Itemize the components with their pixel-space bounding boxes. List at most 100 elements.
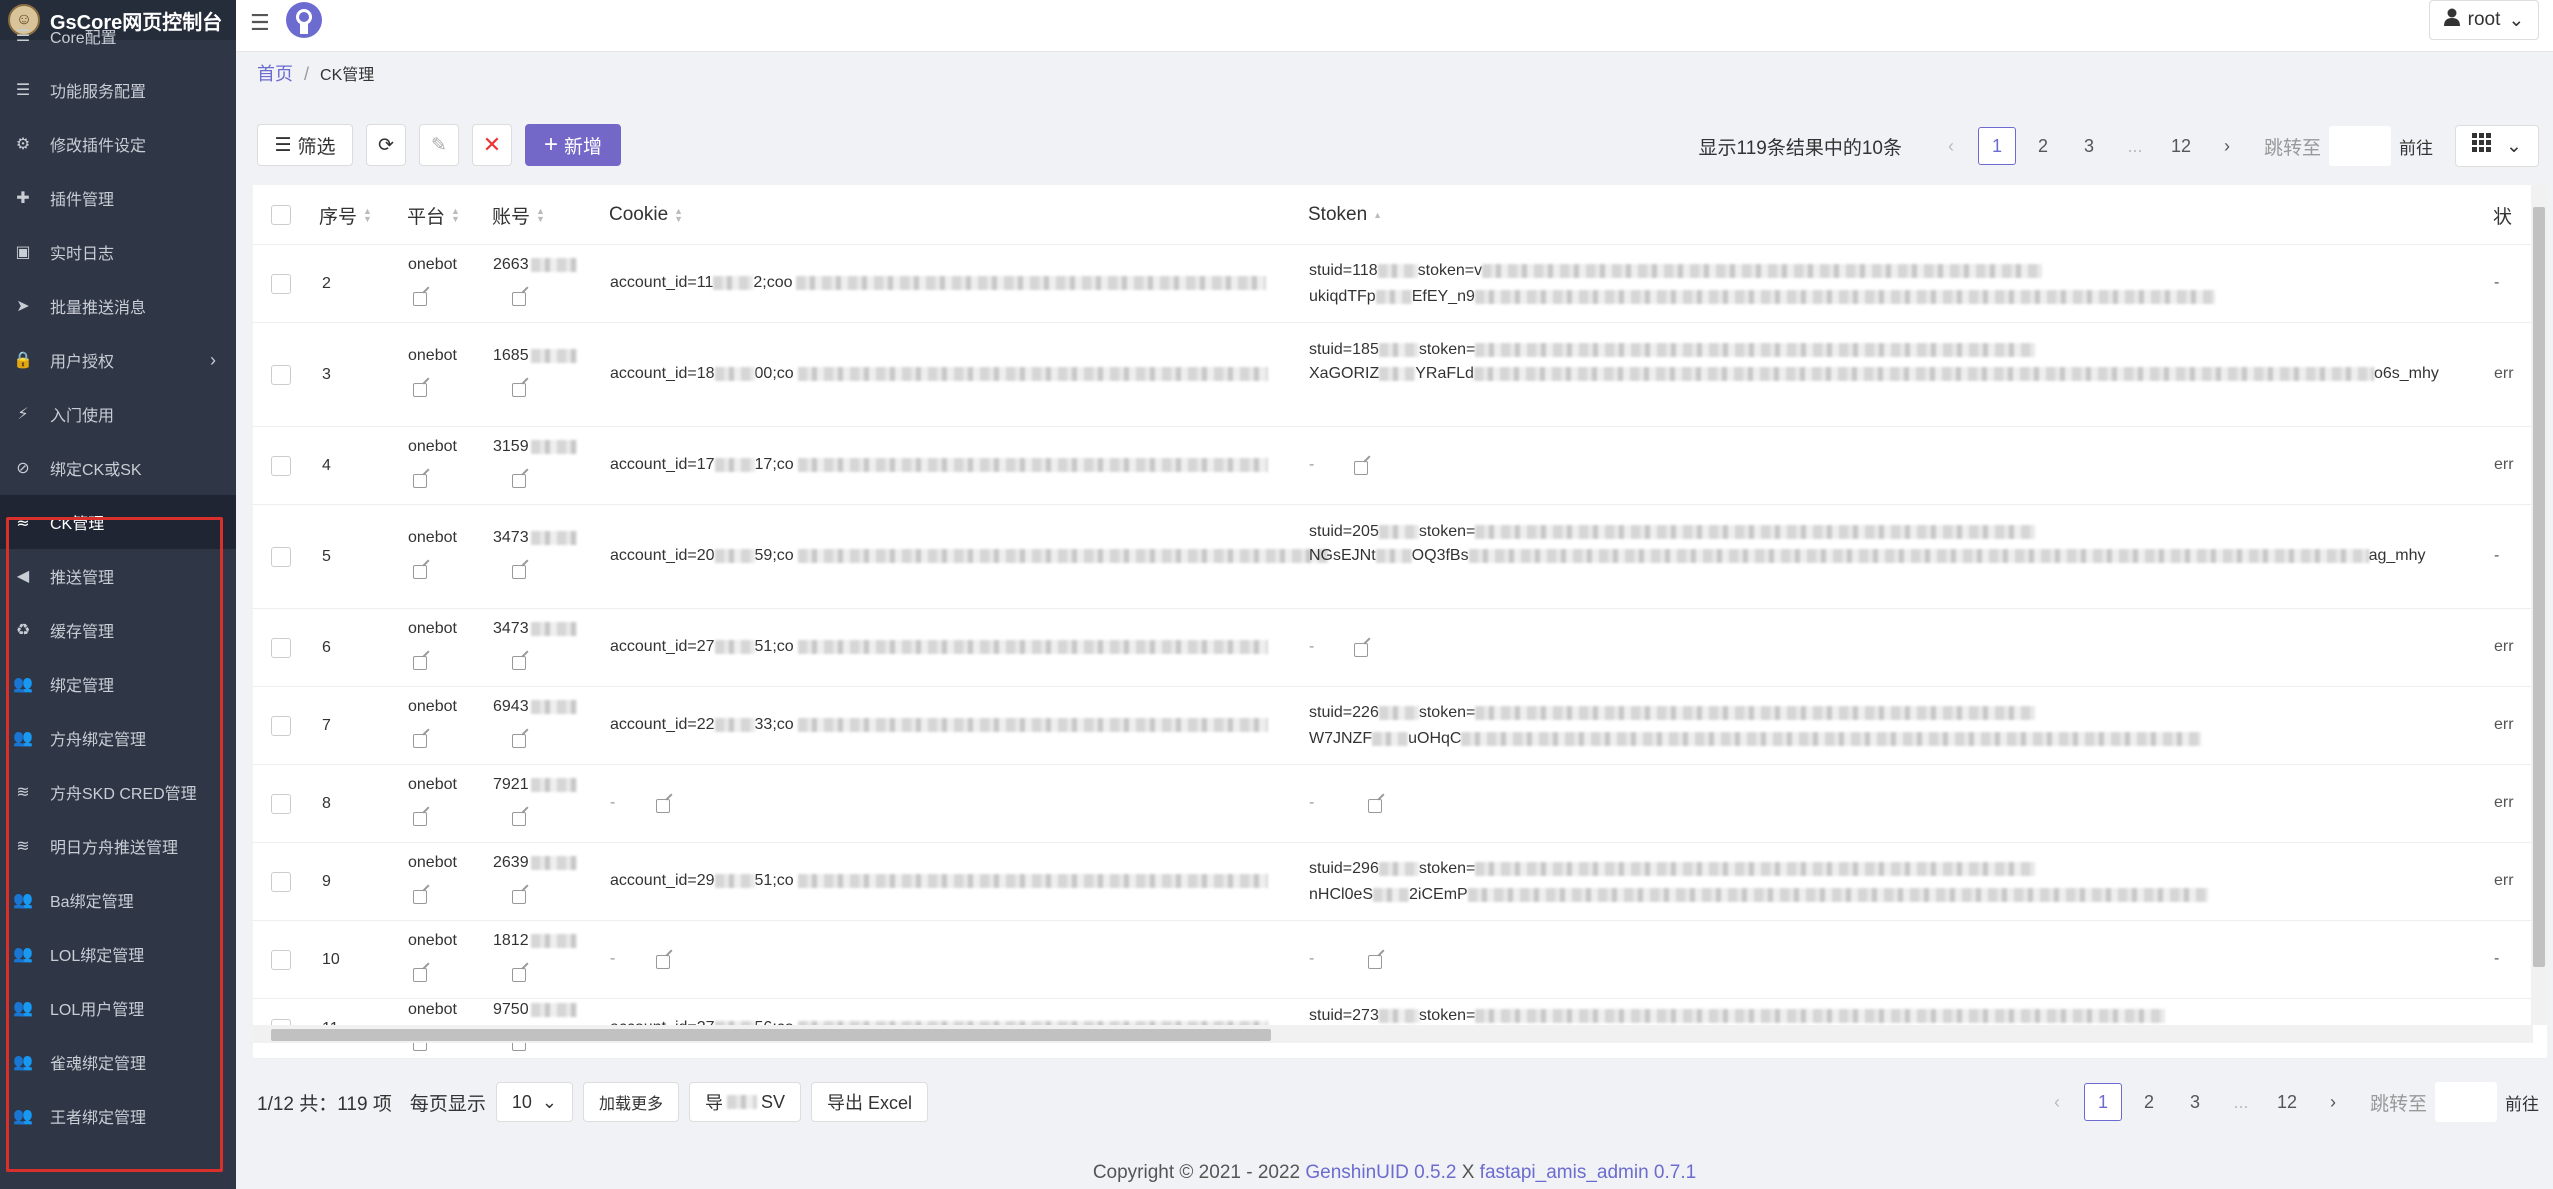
row-checkbox[interactable] <box>271 638 291 658</box>
edit-icon[interactable] <box>1368 798 1382 813</box>
row-checkbox[interactable] <box>271 794 291 814</box>
per-page-select[interactable]: 10 ⌄ <box>495 1082 573 1122</box>
sidebar-item[interactable]: 👥 方舟绑定管理 <box>0 711 236 765</box>
edit-icon[interactable] <box>1354 460 1368 475</box>
sidebar-item[interactable]: 👥 Ba绑定管理 <box>0 873 236 927</box>
sidebar-item[interactable]: ➤ 批量推送消息 <box>0 279 236 333</box>
edit-icon[interactable] <box>512 811 526 826</box>
edit-icon[interactable] <box>413 889 427 904</box>
sidebar-item[interactable]: ☰ Core配置 <box>0 9 236 63</box>
edit-icon[interactable] <box>413 811 427 826</box>
page-12[interactable]: 12 <box>2268 1083 2306 1121</box>
edit-icon[interactable] <box>656 954 670 969</box>
columns-toggle-button[interactable]: ⌄ <box>2455 125 2539 167</box>
edit-icon[interactable] <box>1368 954 1382 969</box>
edit-icon[interactable] <box>413 473 427 488</box>
page-3[interactable]: 3 <box>2070 127 2108 165</box>
column-header-platform[interactable]: 平台 ▲ ▼ <box>407 185 460 245</box>
page-1[interactable]: 1 <box>1977 127 2016 165</box>
row-checkbox[interactable] <box>271 950 291 970</box>
table-row[interactable]: 8 onebot 7921 - - err <box>253 765 2547 843</box>
sidebar-item[interactable]: ⊘ 绑定CK或SK <box>0 441 236 495</box>
page-2[interactable]: 2 <box>2130 1083 2168 1121</box>
next-page-icon[interactable]: › <box>2208 127 2246 165</box>
page-3[interactable]: 3 <box>2176 1083 2214 1121</box>
row-checkbox[interactable] <box>271 716 291 736</box>
export-csv-button[interactable]: 导 SV <box>688 1082 801 1122</box>
edit-icon[interactable] <box>413 733 427 748</box>
column-header-status[interactable]: 状 <box>2493 185 2512 245</box>
edit-icon[interactable] <box>512 291 526 306</box>
row-checkbox[interactable] <box>271 365 291 385</box>
table-row[interactable]: 6 onebot 3473 account_id=27 51;co - err <box>253 609 2547 687</box>
row-checkbox[interactable] <box>271 547 291 567</box>
table-row[interactable]: 7 onebot 6943 account_id=22 33;co stuid=226 st… <box>253 687 2547 765</box>
goto-button[interactable]: 前往 <box>2505 1090 2539 1115</box>
table-row[interactable]: 3 onebot 1685 account_id=18 00;co stuid=185 st… <box>253 323 2547 427</box>
page-2[interactable]: 2 <box>2024 127 2062 165</box>
genshinuid-link[interactable]: GenshinUID 0.5.2 <box>1305 1162 1456 1183</box>
row-checkbox[interactable] <box>271 456 291 476</box>
table-row[interactable]: 10 onebot 1812 - - - <box>253 921 2547 999</box>
breadcrumb-home[interactable]: 首页 <box>257 64 293 84</box>
sidebar-item[interactable]: ◀ 推送管理 <box>0 549 236 603</box>
column-header-account[interactable]: 账号 ▲ ▼ <box>492 185 545 245</box>
edit-icon[interactable] <box>512 382 526 397</box>
prev-page-icon[interactable]: ‹ <box>1932 127 1970 165</box>
edit-icon[interactable] <box>413 382 427 397</box>
edit-icon[interactable] <box>413 564 427 579</box>
sidebar-item[interactable]: ▣ 实时日志 <box>0 225 236 279</box>
sidebar-item[interactable]: 👥 王者绑定管理 <box>0 1089 236 1143</box>
next-page-icon[interactable]: › <box>2314 1083 2352 1121</box>
edit-icon[interactable] <box>413 291 427 306</box>
row-checkbox[interactable] <box>271 872 291 892</box>
row-checkbox[interactable] <box>271 274 291 294</box>
edit-icon[interactable] <box>512 733 526 748</box>
column-header-index[interactable]: 序号 ▲ ▼ <box>319 185 372 245</box>
sidebar-item[interactable]: ⚙ 修改插件设定 <box>0 117 236 171</box>
sidebar-item[interactable]: ≋ 方舟SKD CRED管理 <box>0 765 236 819</box>
goto-input[interactable] <box>2435 1082 2497 1122</box>
page-1[interactable]: 1 <box>2083 1083 2122 1121</box>
refresh-button[interactable]: ⟳ <box>366 124 406 166</box>
add-button[interactable]: + 新增 <box>525 124 621 166</box>
github-icon[interactable] <box>284 0 324 45</box>
edit-icon[interactable] <box>512 473 526 488</box>
sidebar-item[interactable]: ⚡ 入门使用 <box>0 387 236 441</box>
load-more-button[interactable]: 加载更多 <box>582 1082 679 1122</box>
vertical-scrollbar[interactable] <box>2531 185 2547 1025</box>
edit-icon[interactable] <box>413 967 427 982</box>
select-all-checkbox[interactable] <box>271 185 291 245</box>
table-row[interactable]: 9 onebot 2639 account_id=29 51;co stuid=296 st… <box>253 843 2547 921</box>
menu-toggle-icon[interactable]: ☰ <box>250 10 270 36</box>
sidebar-item[interactable]: ≋ CK管理 <box>0 495 236 549</box>
user-menu-button[interactable]: root ⌄ <box>2429 0 2539 40</box>
edit-icon[interactable] <box>512 889 526 904</box>
delete-button[interactable]: ✕ <box>472 124 512 166</box>
sidebar-item[interactable]: 👥 绑定管理 <box>0 657 236 711</box>
column-header-cookie[interactable]: Cookie ▲ ▼ <box>609 185 683 245</box>
edit-icon[interactable] <box>656 798 670 813</box>
export-excel-button[interactable]: 导出 Excel <box>811 1082 929 1122</box>
edit-button[interactable]: ✎ <box>419 124 459 166</box>
table-row[interactable]: 5 onebot 3473 account_id=20 59;co stuid=205 st… <box>253 505 2547 609</box>
sidebar-item[interactable]: 👥 LOL绑定管理 <box>0 927 236 981</box>
sidebar-item[interactable]: ✚ 插件管理 <box>0 171 236 225</box>
sidebar-item[interactable]: 👥 雀魂绑定管理 <box>0 1035 236 1089</box>
horizontal-scrollbar[interactable] <box>253 1025 2533 1043</box>
goto-button[interactable]: 前往 <box>2399 134 2433 159</box>
prev-page-icon[interactable]: ‹ <box>2038 1083 2076 1121</box>
edit-icon[interactable] <box>512 967 526 982</box>
table-row[interactable]: 2 onebot 2663 account_id=11 2;coo stuid=118 st… <box>253 245 2547 323</box>
edit-icon[interactable] <box>1354 642 1368 657</box>
column-header-stoken[interactable]: Stoken ▲ <box>1308 185 1382 245</box>
edit-icon[interactable] <box>512 564 526 579</box>
sidebar-item[interactable]: 👥 LOL用户管理 <box>0 981 236 1035</box>
sidebar-item[interactable]: 🔒 用户授权 › <box>0 333 236 387</box>
sidebar-item[interactable]: ♻ 缓存管理 <box>0 603 236 657</box>
goto-input[interactable] <box>2329 126 2391 166</box>
table-row[interactable]: 4 onebot 3159 account_id=17 17;co - err <box>253 427 2547 505</box>
sidebar-item[interactable]: ☰ 功能服务配置 <box>0 63 236 117</box>
page-12[interactable]: 12 <box>2162 127 2200 165</box>
fastapi-amis-admin-link[interactable]: fastapi_amis_admin 0.7.1 <box>1480 1162 1697 1183</box>
